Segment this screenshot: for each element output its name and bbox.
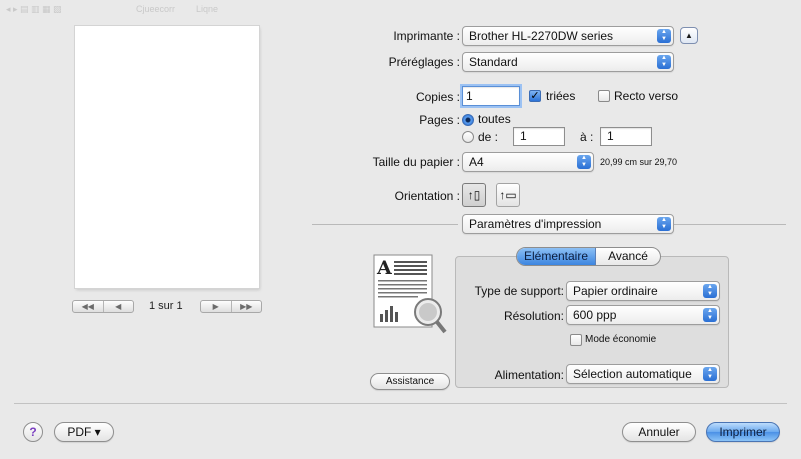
paper-source-value: Sélection automatique [573,367,692,381]
paper-size-value: A4 [469,155,484,169]
ghost-item-a: Cjueecorr [136,4,176,14]
separator-right [674,224,786,225]
copies-field[interactable]: 1 [462,86,520,106]
popup-arrows-icon: ▲ ▼ [657,217,671,231]
document-magnifier-icon: A [373,254,447,334]
duplex-label: Recto verso [614,89,679,103]
pages-to-label: à : [580,130,594,144]
paper-source-popup[interactable]: Sélection automatique ▲ ▼ [566,364,720,384]
media-type-popup[interactable]: Papier ordinaire ▲ ▼ [566,281,720,301]
ghost-icon-strip: ◂ ▸ ▤ ▥ ▦ ▧ [6,4,62,14]
portrait-icon: ↑▯ [467,188,481,202]
pages-all-radio[interactable] [462,114,474,126]
popup-arrows-icon: ▲ ▼ [703,284,717,298]
tab-elementaire[interactable]: Elémentaire [517,248,596,265]
media-type-value: Papier ordinaire [573,284,658,298]
printer-value: Brother HL-2270DW series [469,29,614,43]
pages-range-label: de : [478,130,499,144]
duplex-checkbox[interactable] [598,90,610,102]
media-type-label: Type de support: [474,284,564,298]
paper-dimensions: 20,99 cm sur 29,70 [600,157,678,167]
pages-range-radio[interactable] [462,131,474,143]
preview-back-nav[interactable]: ◀◀ ◀ [72,300,134,313]
resolution-value: 600 ppp [573,308,617,322]
help-button[interactable]: ? [23,422,43,442]
resolution-label: Résolution: [503,309,564,323]
page-counter: 1 sur 1 [149,300,183,312]
portrait-orientation-button[interactable]: ↑▯ [462,183,486,207]
first-page-icon[interactable]: ◀◀ [73,301,103,312]
collated-label: triées [546,89,576,103]
section-popup[interactable]: Paramètres d'impression ▲ ▼ [462,214,674,234]
resolution-popup[interactable]: 600 ppp ▲ ▼ [566,305,720,325]
pages-all-label: toutes [478,112,511,126]
pdf-menu-button[interactable]: PDF ▾ [54,422,114,442]
footer-separator [14,403,787,404]
last-page-icon[interactable]: ▶▶ [230,301,262,312]
printer-label: Imprimante : [393,29,460,43]
presets-popup[interactable]: Standard ▲ ▼ [462,52,674,72]
collated-checkbox[interactable]: ✓ [529,90,541,102]
printer-popup[interactable]: Brother HL-2270DW series ▲ ▼ [462,26,674,46]
section-value: Paramètres d'impression [469,217,602,231]
presets-value: Standard [469,55,518,69]
next-page-icon[interactable]: ▶ [201,301,231,312]
popup-arrows-icon: ▲ ▼ [657,55,671,69]
paper-size-label: Taille du papier : [372,155,460,169]
copies-label: Copies : [415,90,460,104]
details-disclosure-button[interactable]: ▲ [680,27,698,44]
presets-label: Préréglages : [388,55,460,69]
settings-tabs[interactable]: Elémentaire Avancé [516,247,661,266]
orientation-label: Orientation : [394,189,460,203]
cancel-button[interactable]: Annuler [622,422,696,442]
preview-forward-nav[interactable]: ▶ ▶▶ [200,300,262,313]
popup-arrows-icon: ▲ ▼ [703,308,717,322]
separator-left [312,224,458,225]
popup-arrows-icon: ▲ ▼ [657,29,671,43]
tab-avance[interactable]: Avancé [596,248,660,265]
toner-save-label: Mode économie [585,334,657,345]
popup-arrows-icon: ▲ ▼ [577,155,591,169]
print-preview-page [75,26,259,288]
pages-label: Pages : [419,113,460,127]
svg-text:A: A [376,257,392,279]
ghost-item-b: Liqne [196,4,219,14]
popup-arrows-icon: ▲ ▼ [703,367,717,381]
print-button[interactable]: Imprimer [706,422,780,442]
support-button[interactable]: Assistance [370,373,450,390]
landscape-orientation-button[interactable]: ↑▭ [496,183,520,207]
pages-from-field[interactable]: 1 [513,127,565,146]
previous-page-icon[interactable]: ◀ [102,301,134,312]
paper-size-popup[interactable]: A4 ▲ ▼ [462,152,594,172]
pages-to-field[interactable]: 1 [600,127,652,146]
landscape-icon: ↑▭ [499,188,517,202]
paper-source-label: Alimentation: [494,368,564,382]
toner-save-checkbox[interactable] [570,334,582,346]
